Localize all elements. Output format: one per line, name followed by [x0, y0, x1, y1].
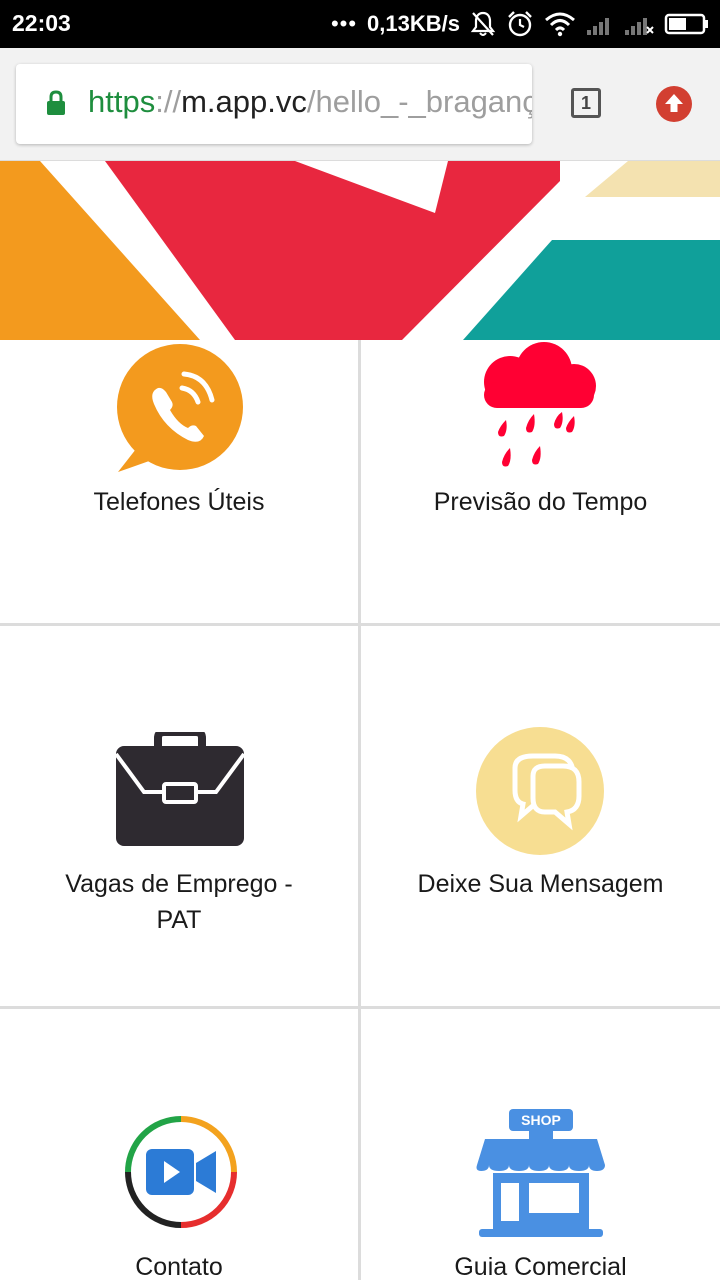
shop-sign-text: SHOP: [521, 1112, 561, 1128]
banner-teal-shape: [463, 240, 720, 340]
video-camera-icon: [125, 1116, 237, 1228]
mute-bell-icon: [470, 11, 496, 36]
chat-bubbles-icon: [476, 727, 604, 855]
banner-graphic: [0, 161, 720, 340]
tile-label: Telefones Úteis: [93, 488, 265, 516]
battery-icon: [664, 13, 708, 35]
notification-dots: •••: [330, 11, 358, 36]
tile-deixe-sua-mensagem[interactable]: Deixe Sua Mensagem: [361, 626, 720, 1006]
alarm-icon: [508, 11, 532, 37]
url-separator: ://: [155, 84, 182, 119]
url-path: /hello_-_bragança: [306, 84, 532, 119]
menu-grid: Telefones Úteis Previsão do Tempo Vagas …: [0, 340, 720, 1281]
url-text: https://m.app.vc/hello_-_bragança: [88, 84, 532, 120]
network-speed: 0,13KB/s: [367, 11, 460, 36]
wifi-icon: [545, 12, 575, 37]
url-host: m.app.vc: [181, 84, 307, 119]
tab-switcher-button[interactable]: 1: [571, 88, 601, 118]
tile-previsao-do-tempo[interactable]: Previsão do Tempo: [361, 340, 720, 623]
url-scheme: https: [88, 84, 156, 119]
phone-chat-icon: [117, 344, 243, 472]
header-banner: [0, 161, 720, 340]
address-bar[interactable]: https://m.app.vc/hello_-_bragança: [16, 64, 532, 144]
status-icons: ••• 0,13KB/s: [331, 8, 710, 40]
tile-label: Previsão do Tempo: [433, 488, 648, 516]
tile-guia-comercial[interactable]: SHOP Guia Comercial: [361, 1009, 720, 1281]
browser-toolbar: https://m.app.vc/hello_-_bragança 1: [0, 48, 720, 161]
tile-label: Vagas de Emprego - PAT: [65, 870, 293, 934]
signal-icon: [587, 18, 609, 35]
status-bar: 22:03 ••• 0,13KB/s: [0, 0, 720, 48]
rain-cloud-icon: [484, 342, 596, 467]
up-arrow-glyph: [665, 94, 683, 112]
update-arrow-icon[interactable]: [656, 86, 692, 122]
tile-telefones-uteis[interactable]: Telefones Úteis: [0, 340, 358, 623]
briefcase-icon: [114, 732, 246, 846]
status-time: 22:03: [12, 10, 71, 36]
lock-icon: [47, 90, 65, 115]
tile-label: Deixe Sua Mensagem: [417, 870, 664, 898]
tile-contato[interactable]: Contato: [0, 1009, 358, 1281]
signal-no-sim-icon: [625, 18, 654, 35]
shop-icon: SHOP: [476, 1109, 605, 1237]
tile-vagas-de-emprego[interactable]: Vagas de Emprego - PAT: [0, 626, 358, 1006]
banner-sand-shape: [585, 161, 720, 197]
